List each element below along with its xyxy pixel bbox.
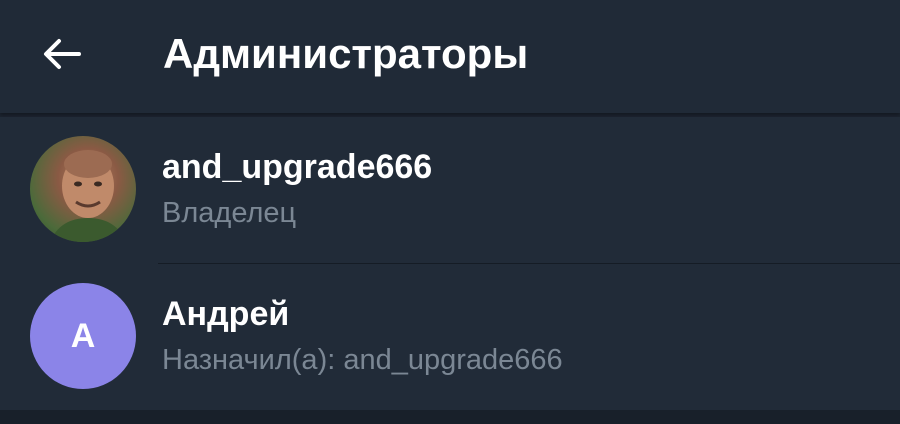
avatar-letter: А bbox=[70, 316, 96, 355]
admin-list: and_upgrade666 Владелец А Андрей Назначи… bbox=[0, 117, 900, 410]
avatar: А bbox=[30, 283, 136, 389]
arrow-left-icon bbox=[44, 39, 81, 69]
admin-name: Андрей bbox=[162, 295, 290, 333]
avatar bbox=[30, 136, 136, 242]
admin-row-andrey[interactable]: А Андрей Назначил(а): and_upgrade666 bbox=[0, 264, 900, 410]
page-title: Администраторы bbox=[163, 30, 529, 77]
app-header: Администраторы bbox=[0, 0, 900, 113]
admin-assigned-by: Назначил(а): and_upgrade666 bbox=[162, 344, 563, 376]
admin-name: and_upgrade666 bbox=[162, 148, 433, 186]
back-button[interactable] bbox=[30, 22, 94, 86]
admin-row-owner[interactable]: and_upgrade666 Владелец bbox=[0, 117, 900, 264]
admins-screen: Администраторы and_upgrade666 Владелец А bbox=[0, 0, 900, 424]
admin-role: Владелец bbox=[162, 197, 297, 229]
user-photo-icon bbox=[50, 150, 126, 242]
list-bottom-shadow bbox=[0, 410, 900, 424]
